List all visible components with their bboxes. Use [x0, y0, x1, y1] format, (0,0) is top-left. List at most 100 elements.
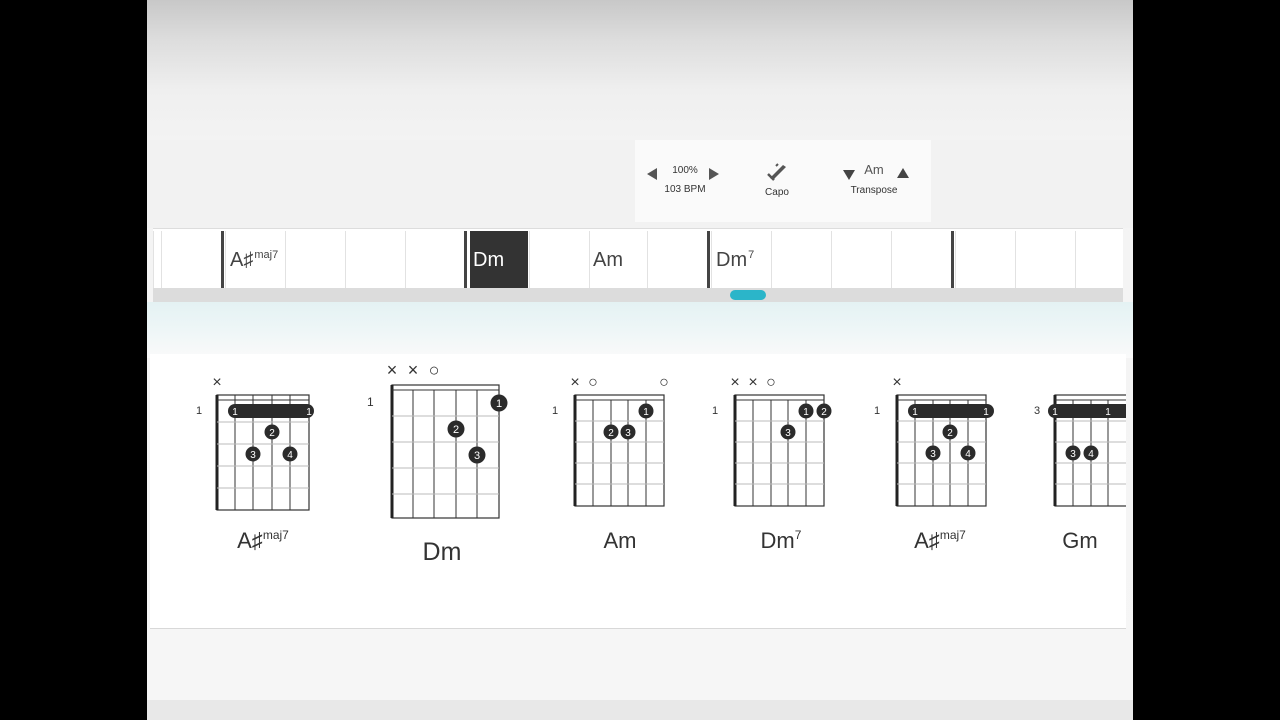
barre: [908, 404, 994, 418]
fret-number: 1: [552, 405, 558, 417]
timeline-chord-active[interactable]: Dm: [473, 249, 504, 272]
string-mute-marker: ×: [408, 360, 419, 380]
timeline-chord[interactable]: Dm7: [716, 249, 754, 272]
chord-diagram-am[interactable]: × ○ ○ 1 1 2 3: [550, 370, 680, 520]
speed-decrease-icon[interactable]: [647, 168, 657, 180]
finger-label: 3: [930, 449, 936, 460]
finger-label: 3: [1070, 449, 1076, 460]
fret-number: 3: [1034, 405, 1040, 417]
chord-name-root: A♯: [914, 528, 940, 553]
finger-label: 3: [785, 428, 791, 439]
chord-diagram-asharp-maj7[interactable]: × 1 1 1 2 3 4: [190, 370, 330, 520]
chord-diagram-dm7[interactable]: × × ○ 1 1 2 3: [710, 370, 840, 520]
chord-name-root: Am: [603, 528, 637, 553]
bar-line: [464, 231, 467, 288]
finger-label: 4: [965, 449, 971, 460]
capo-icon: [767, 163, 786, 181]
chord-name: Gm: [1050, 528, 1110, 554]
chord-name-ext: 7: [794, 528, 802, 542]
finger-label: 4: [287, 450, 293, 461]
finger-label: 1: [232, 407, 238, 418]
finger-label: 2: [269, 428, 275, 439]
bar-line: [707, 231, 710, 288]
finger-label: 3: [474, 450, 480, 462]
beat-cell[interactable]: [405, 231, 465, 288]
finger-label: 4: [1088, 449, 1094, 460]
chord-player-app: 100% 103 BPM Capo Am Transpose A♯maj7 Dm…: [147, 0, 1133, 720]
chord-diagrams-panel: × 1 1 1 2 3 4 A♯maj7 × × ○ 1 1 2 3 Dm × …: [150, 354, 1126, 629]
chord-name-root: A♯: [237, 528, 263, 553]
transpose-control: Am Transpose: [839, 162, 909, 196]
beat-cell[interactable]: [955, 231, 1015, 288]
fret-number: 1: [196, 405, 202, 417]
beat-cell[interactable]: [161, 231, 221, 288]
beat-cell[interactable]: [153, 231, 161, 288]
chord-name-root: Dm: [422, 538, 462, 566]
speed-value: 100%: [672, 165, 698, 176]
beat-cell[interactable]: [831, 231, 891, 288]
string-mute-marker: ×: [387, 360, 398, 380]
timeline-chord-root: Am: [593, 249, 623, 271]
string-open-marker: ○: [429, 360, 440, 380]
transpose-up-icon[interactable]: [897, 168, 909, 178]
chord-diagram-asharp-maj7[interactable]: × 1 1 1 2 3 4: [870, 370, 1010, 520]
beat-cell[interactable]: [771, 231, 831, 288]
bottom-strip: [147, 700, 1133, 720]
finger-label: 3: [625, 428, 631, 439]
chord-name: A♯maj7: [183, 528, 343, 554]
fret-number: 1: [712, 405, 718, 417]
finger-label: 1: [496, 398, 502, 410]
section-divider: [147, 302, 1133, 358]
chord-diagram-dm[interactable]: × × ○ 1 1 2 3: [362, 358, 512, 528]
finger-label: 1: [803, 407, 809, 418]
beat-cell[interactable]: [647, 231, 707, 288]
transpose-key: Am: [864, 162, 884, 177]
finger-label: 1: [983, 407, 989, 418]
capo-button[interactable]: Capo: [745, 162, 809, 198]
finger-label: 1: [1105, 407, 1111, 418]
string-open-marker: ○: [588, 374, 598, 391]
finger-label: 2: [608, 428, 614, 439]
bar-line: [951, 231, 954, 288]
chord-name: Dm: [362, 538, 522, 567]
timeline-chord-ext: 7: [748, 249, 755, 261]
fret-number: 1: [367, 395, 374, 409]
beat-cell[interactable]: [345, 231, 405, 288]
string-mute-marker: ×: [892, 374, 901, 391]
playback-controls: 100% 103 BPM Capo Am Transpose: [635, 140, 931, 222]
timeline-chord[interactable]: A♯maj7: [230, 249, 278, 272]
beat-cell[interactable]: [1075, 231, 1123, 288]
chord-diagram-gm[interactable]: 3 1 1 3 4: [1030, 370, 1126, 520]
timeline-chord-ext: maj7: [254, 249, 279, 261]
bar-line: [221, 231, 224, 288]
string-mute-marker: ×: [730, 374, 739, 391]
string-open-marker: ○: [659, 374, 669, 391]
beat-cell[interactable]: [891, 231, 951, 288]
string-mute-marker: ×: [212, 374, 221, 391]
finger-label: 1: [643, 407, 649, 418]
timeline-chord[interactable]: Am: [593, 249, 623, 272]
speed-increase-icon[interactable]: [709, 168, 719, 180]
beat-cell[interactable]: [529, 231, 589, 288]
timeline-chord-root: Dm: [716, 249, 748, 271]
speed-control: 100% 103 BPM: [645, 164, 725, 195]
chord-name-root: Dm: [760, 528, 795, 553]
chord-name-root: Gm: [1062, 528, 1098, 553]
beat-cell[interactable]: [285, 231, 345, 288]
timeline-chord-root: A♯: [230, 249, 254, 271]
timeline-chord-root: Dm: [473, 249, 505, 271]
barre: [228, 404, 314, 418]
finger-label: 1: [1052, 407, 1058, 418]
finger-label: 3: [250, 450, 256, 461]
bpm-label: 103 BPM: [664, 184, 706, 195]
fret-number: 1: [874, 405, 880, 417]
chord-name: A♯maj7: [860, 528, 1020, 554]
timeline-scrollbar-track[interactable]: [153, 288, 1123, 302]
chord-name-ext: maj7: [262, 528, 289, 542]
beat-cell[interactable]: [1015, 231, 1075, 288]
timeline-scrollbar-thumb[interactable]: [730, 290, 766, 300]
string-open-marker: ○: [766, 374, 776, 391]
transpose-label: Transpose: [850, 185, 898, 196]
barre: [1048, 404, 1126, 418]
transpose-down-icon[interactable]: [843, 170, 855, 180]
